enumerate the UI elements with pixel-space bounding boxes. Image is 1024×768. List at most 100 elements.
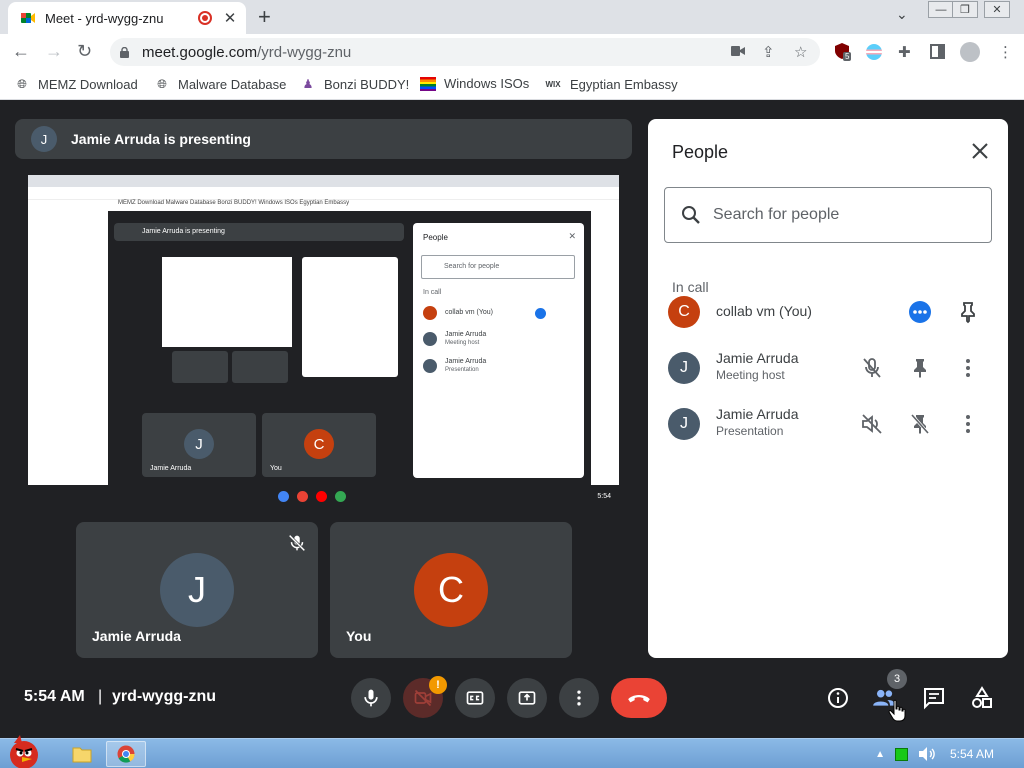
close-tab-icon[interactable]: ✕ xyxy=(222,9,238,27)
participant-name: Jamie Arruda xyxy=(716,406,799,422)
bookmark-bonzi-buddy[interactable]: ♟ Bonzi BUDDY! xyxy=(300,76,410,92)
present-now-button[interactable] xyxy=(507,678,547,718)
pin-off-icon[interactable] xyxy=(908,412,932,436)
shared-people-panel: People ✕ Search for people In call colla… xyxy=(413,223,584,478)
avatar: C xyxy=(668,296,700,328)
meeting-time: 5:54 AM xyxy=(24,688,85,705)
bookmark-egyptian-embassy[interactable]: WIX Egyptian Embassy xyxy=(544,76,677,92)
bookmark-windows-isos[interactable]: Windows ISOs xyxy=(420,76,529,91)
shared-taskbar-icons xyxy=(278,489,378,502)
shared-tab-strip xyxy=(28,175,619,187)
url-text: meet.google.com/yrd-wygg-znu xyxy=(142,43,352,61)
globe-icon: 🌐︎ xyxy=(157,76,167,91)
shared-tile-you: C You xyxy=(262,413,376,477)
tab-search-chevron-icon[interactable]: ⌄ xyxy=(896,6,908,23)
participant-row-jamie-host[interactable]: J Jamie Arruda Meeting host xyxy=(648,340,1008,396)
side-panel-icon[interactable] xyxy=(930,44,945,59)
volume-icon[interactable] xyxy=(918,746,936,762)
participant-name: You xyxy=(346,628,372,644)
volume-off-icon[interactable] xyxy=(860,412,884,436)
camera-in-use-icon[interactable] xyxy=(731,45,745,57)
meet-app: J Jamie Arruda is presenting MEMZ Downlo… xyxy=(0,101,1024,738)
share-icon[interactable]: ⇪ xyxy=(762,43,775,61)
bookmark-malware-database[interactable]: 🌐︎ Malware Database xyxy=(154,76,286,92)
network-icon[interactable] xyxy=(894,747,908,761)
captions-icon xyxy=(466,691,484,705)
mic-icon xyxy=(364,689,378,707)
close-window-button[interactable]: ✕ xyxy=(984,1,1010,18)
search-input[interactable] xyxy=(713,206,973,224)
pin-icon[interactable] xyxy=(908,356,932,380)
shared-nested-screen xyxy=(120,245,404,401)
ublock-extension-icon[interactable]: 5 xyxy=(834,42,852,62)
leave-call-button[interactable] xyxy=(611,678,667,718)
folder-icon xyxy=(72,747,92,763)
close-icon[interactable] xyxy=(966,137,994,165)
participant-row-you[interactable]: C collab vm (You) xyxy=(648,284,1008,340)
profile-avatar[interactable] xyxy=(960,42,980,62)
minimize-button[interactable]: — xyxy=(928,1,954,18)
reload-icon[interactable]: ↻ xyxy=(77,41,92,62)
bookmark-memz[interactable]: 🌐︎ MEMZ Download xyxy=(14,76,138,92)
participant-tile-jamie[interactable]: J Jamie Arruda xyxy=(76,522,318,658)
more-vert-icon xyxy=(577,690,581,706)
chat-button[interactable] xyxy=(918,682,950,714)
avatar: J xyxy=(160,553,234,627)
tab-meet[interactable]: Meet - yrd-wygg-znu ✕ xyxy=(8,2,246,34)
captions-button[interactable] xyxy=(455,678,495,718)
avatar: J xyxy=(668,408,700,440)
search-icon xyxy=(682,206,700,224)
info-icon xyxy=(828,688,848,708)
extension-flag-icon[interactable] xyxy=(866,44,882,60)
show-hidden-icons-icon[interactable]: ▲ xyxy=(875,749,885,760)
shared-bookmarks-bar: MEMZ Download Malware Database Bonzi BUD… xyxy=(28,200,619,211)
shared-address-bar xyxy=(28,187,619,200)
lock-icon xyxy=(120,46,129,58)
more-options-blue-icon[interactable] xyxy=(908,300,932,324)
shared-screen[interactable]: MEMZ Download Malware Database Bonzi BUD… xyxy=(28,175,619,505)
start-button-angry-bird-icon[interactable] xyxy=(2,733,50,768)
meeting-code: yrd-wygg-znu xyxy=(112,688,216,705)
bookmark-star-icon[interactable]: ☆ xyxy=(794,43,807,61)
shared-clock: 5:54 xyxy=(597,493,611,500)
participant-row-jamie-presentation[interactable]: J Jamie Arruda Presentation xyxy=(648,396,1008,452)
extensions-puzzle-icon[interactable]: ✚ xyxy=(898,43,911,61)
participant-tile-you[interactable]: C You xyxy=(330,522,572,658)
recording-indicator-icon xyxy=(198,11,212,25)
browser-toolbar: ← → ↻ meet.google.com/yrd-wygg-znu ⇪ ☆ 5… xyxy=(0,34,1024,70)
people-panel: People In call C collab vm (You) J Jamie… xyxy=(648,119,1008,658)
more-options-button[interactable] xyxy=(559,678,599,718)
address-bar[interactable]: meet.google.com/yrd-wygg-znu xyxy=(110,38,820,66)
taskbar-chrome[interactable] xyxy=(106,741,146,767)
camera-off-icon xyxy=(414,689,432,707)
end-call-icon xyxy=(628,695,650,703)
pin-icon[interactable] xyxy=(956,300,980,324)
new-tab-button[interactable]: + xyxy=(258,4,271,30)
meeting-details-button[interactable] xyxy=(822,682,854,714)
browser-menu-icon[interactable]: ⋮ xyxy=(998,43,1013,61)
shared-right-margin xyxy=(591,211,619,485)
forward-icon[interactable]: → xyxy=(45,41,63,62)
participant-count-badge: 3 xyxy=(887,669,907,689)
system-tray: ▲ 5:54 AM xyxy=(875,739,1024,768)
bonzi-icon: ♟ xyxy=(302,77,314,91)
participant-name: Jamie Arruda xyxy=(716,350,799,366)
more-vert-icon[interactable] xyxy=(956,412,980,436)
tab-title: Meet - yrd-wygg-znu xyxy=(45,10,164,26)
bookmarks-bar: 🌐︎ MEMZ Download 🌐︎ Malware Database ♟ Bonz… xyxy=(0,70,1024,100)
back-icon[interactable]: ← xyxy=(12,41,30,62)
hand-cursor-icon xyxy=(888,699,906,722)
participant-role: Presentation xyxy=(716,424,784,438)
tab-strip: Meet - yrd-wygg-znu ✕ + ⌄ — ❐ ✕ xyxy=(0,0,1024,34)
rainbow-flag-icon xyxy=(420,76,436,91)
activities-button[interactable] xyxy=(966,682,998,714)
people-search[interactable] xyxy=(664,187,992,243)
mic-off-icon[interactable] xyxy=(860,356,884,380)
microphone-button[interactable] xyxy=(351,678,391,718)
maximize-button[interactable]: ❐ xyxy=(952,1,978,18)
more-vert-icon[interactable] xyxy=(956,356,980,380)
shared-left-margin xyxy=(28,211,108,485)
avatar: J xyxy=(668,352,700,384)
participant-role: Meeting host xyxy=(716,368,785,382)
taskbar-explorer[interactable] xyxy=(62,741,102,767)
